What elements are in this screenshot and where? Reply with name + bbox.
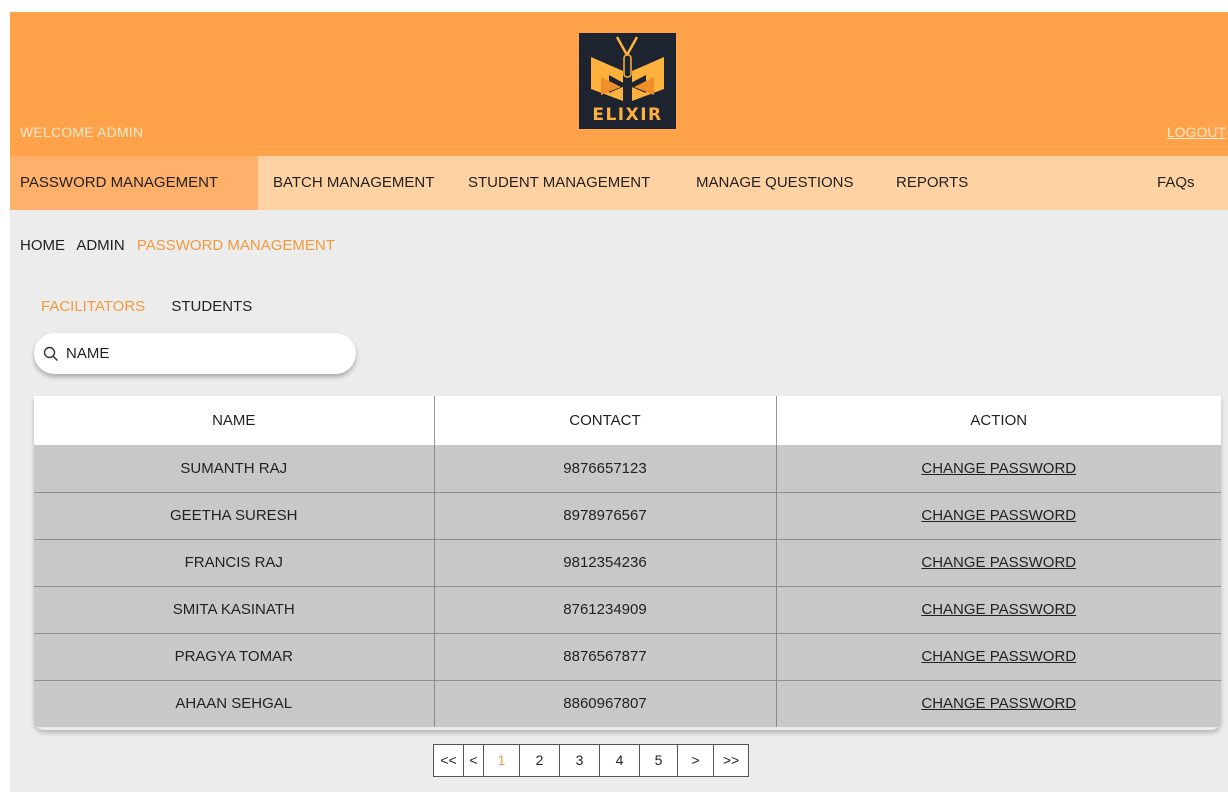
pagination: << < 1 2 3 4 5 > >> [433, 744, 749, 777]
change-password-link[interactable]: CHANGE PASSWORD [921, 460, 1076, 477]
tab-facilitators[interactable]: FACILITATORS [41, 298, 145, 315]
cell-contact: 8761234909 [434, 585, 777, 633]
page-3-button[interactable]: 3 [560, 745, 600, 776]
nav-item-reports[interactable]: REPORTS [896, 156, 968, 210]
table-row: GEETHA SURESH 8978976567 CHANGE PASSWORD [34, 491, 1221, 539]
facilitators-table: NAME CONTACT ACTION SUMANTH RAJ 98766571… [34, 396, 1221, 730]
table-row: SMITA KASINATH 8761234909 CHANGE PASSWOR… [34, 585, 1221, 633]
nav-item-password-management[interactable]: PASSWORD MANAGEMENT [10, 156, 258, 210]
column-header-contact: CONTACT [434, 396, 777, 445]
cell-action: CHANGE PASSWORD [776, 491, 1221, 539]
page-4-button[interactable]: 4 [600, 745, 640, 776]
table-row: SUMANTH RAJ 9876657123 CHANGE PASSWORD [34, 445, 1221, 492]
search-input[interactable] [66, 345, 336, 362]
welcome-text: WELCOME ADMIN [20, 124, 144, 140]
cell-action: CHANGE PASSWORD [776, 445, 1221, 492]
breadcrumb-home[interactable]: HOME [20, 237, 65, 254]
cell-contact: 9876657123 [434, 445, 777, 492]
cell-name: PRAGYA TOMAR [34, 632, 435, 680]
change-password-link[interactable]: CHANGE PASSWORD [921, 695, 1076, 712]
column-header-name: NAME [34, 396, 435, 445]
cell-contact: 8876567877 [434, 632, 777, 680]
table-row: AHAAN SEHGAL 8860967807 CHANGE PASSWORD [34, 679, 1221, 727]
nav-item-student-management[interactable]: STUDENT MANAGEMENT [468, 156, 650, 210]
cell-name: SUMANTH RAJ [34, 445, 435, 492]
main-nav: PASSWORD MANAGEMENT BATCH MANAGEMENT STU… [10, 156, 1228, 210]
prev-page-button[interactable]: < [464, 745, 484, 776]
change-password-link[interactable]: CHANGE PASSWORD [921, 507, 1076, 524]
search-icon [43, 346, 58, 361]
app-window: WELCOME ADMIN ELIXIR LOGOUT PASSWORD MAN… [10, 12, 1228, 792]
column-header-action: ACTION [776, 396, 1221, 445]
cell-name: GEETHA SURESH [34, 491, 435, 539]
change-password-link[interactable]: CHANGE PASSWORD [921, 554, 1076, 571]
cell-action: CHANGE PASSWORD [776, 538, 1221, 586]
table-header-row: NAME CONTACT ACTION [34, 396, 1221, 445]
breadcrumb-admin[interactable]: ADMIN [76, 237, 124, 254]
cell-contact: 8978976567 [434, 491, 777, 539]
change-password-link[interactable]: CHANGE PASSWORD [921, 601, 1076, 618]
next-page-button[interactable]: > [678, 745, 714, 776]
first-page-button[interactable]: << [434, 745, 464, 776]
logout-link[interactable]: LOGOUT [1167, 124, 1226, 140]
change-password-link[interactable]: CHANGE PASSWORD [921, 648, 1076, 665]
nav-item-faqs[interactable]: FAQs [1157, 156, 1195, 210]
nav-item-manage-questions[interactable]: MANAGE QUESTIONS [696, 156, 854, 210]
cell-contact: 9812354236 [434, 538, 777, 586]
table-row: PRAGYA TOMAR 8876567877 CHANGE PASSWORD [34, 632, 1221, 680]
cell-action: CHANGE PASSWORD [776, 632, 1221, 680]
cell-action: CHANGE PASSWORD [776, 679, 1221, 727]
cell-name: AHAAN SEHGAL [34, 679, 435, 727]
tab-students[interactable]: STUDENTS [171, 298, 252, 315]
page-5-button[interactable]: 5 [640, 745, 678, 776]
search-box [34, 333, 356, 374]
cell-name: FRANCIS RAJ [34, 538, 435, 586]
breadcrumb-current: PASSWORD MANAGEMENT [136, 237, 335, 254]
breadcrumb: HOME ADMIN PASSWORD MANAGEMENT [20, 237, 343, 254]
last-page-button[interactable]: >> [714, 745, 748, 776]
nav-item-batch-management[interactable]: BATCH MANAGEMENT [273, 156, 434, 210]
table-row: FRANCIS RAJ 9812354236 CHANGE PASSWORD [34, 538, 1221, 586]
subtabs: FACILITATORS STUDENTS [41, 298, 274, 315]
logo-text: ELIXIR [592, 105, 663, 125]
page-1-button[interactable]: 1 [484, 745, 520, 776]
page-2-button[interactable]: 2 [520, 745, 560, 776]
elixir-logo: ELIXIR [579, 33, 676, 129]
header-bar: WELCOME ADMIN ELIXIR LOGOUT [10, 12, 1228, 156]
cell-contact: 8860967807 [434, 679, 777, 727]
cell-name: SMITA KASINATH [34, 585, 435, 633]
cell-action: CHANGE PASSWORD [776, 585, 1221, 633]
